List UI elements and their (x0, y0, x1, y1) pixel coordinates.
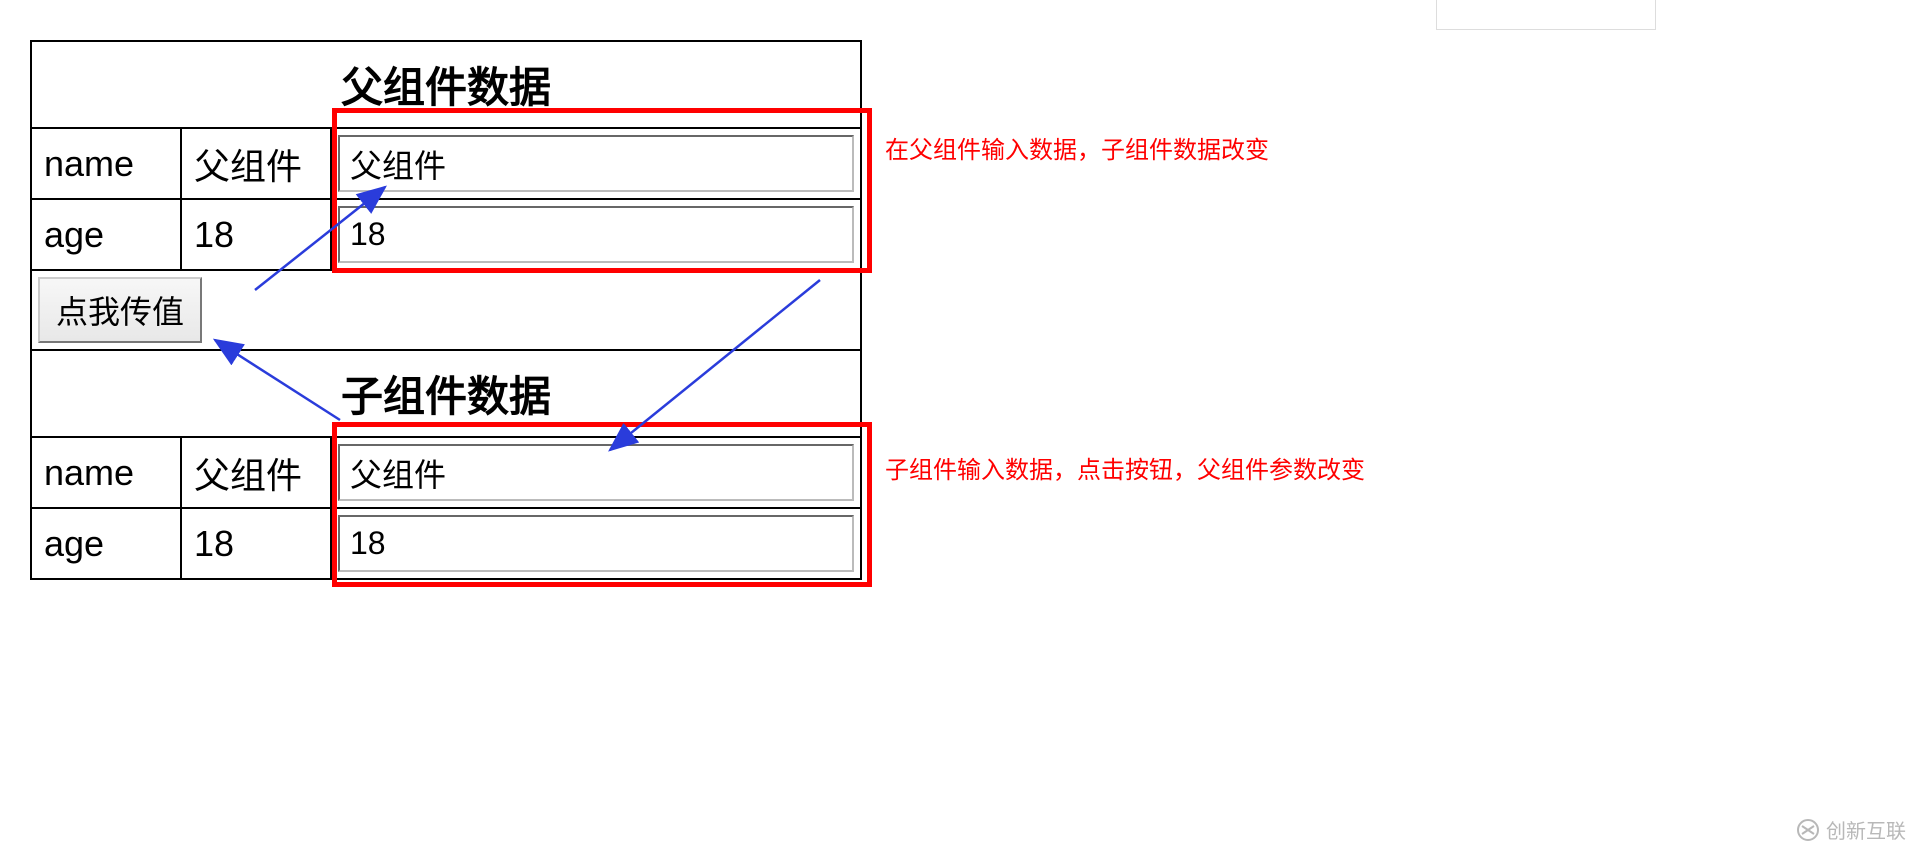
watermark-text: 创新互联 (1826, 815, 1906, 844)
parent-age-value: 18 (181, 199, 331, 270)
parent-age-label: age (31, 199, 181, 270)
child-name-input[interactable] (338, 444, 854, 501)
parent-table: 父组件数据 name 父组件 age 18 点我传值 子组件数据 name 父组 (30, 40, 862, 580)
child-name-label: name (31, 437, 181, 508)
parent-name-label: name (31, 128, 181, 199)
watermark-icon (1796, 818, 1820, 842)
decorative-box (1436, 0, 1656, 30)
child-name-value: 父组件 (181, 437, 331, 508)
annotation-child: 子组件输入数据，点击按钮，父组件参数改变 (885, 450, 1365, 485)
parent-age-input[interactable] (338, 206, 854, 263)
child-age-value: 18 (181, 508, 331, 579)
child-age-label: age (31, 508, 181, 579)
transfer-button[interactable]: 点我传值 (38, 277, 202, 343)
watermark: 创新互联 (1796, 815, 1906, 844)
parent-name-value: 父组件 (181, 128, 331, 199)
annotation-parent: 在父组件输入数据，子组件数据改变 (885, 130, 1269, 165)
child-age-input[interactable] (338, 515, 854, 572)
parent-header: 父组件数据 (31, 41, 861, 128)
tables-container: 父组件数据 name 父组件 age 18 点我传值 子组件数据 name 父组 (30, 40, 862, 580)
child-header: 子组件数据 (31, 350, 861, 437)
parent-name-input[interactable] (338, 135, 854, 192)
